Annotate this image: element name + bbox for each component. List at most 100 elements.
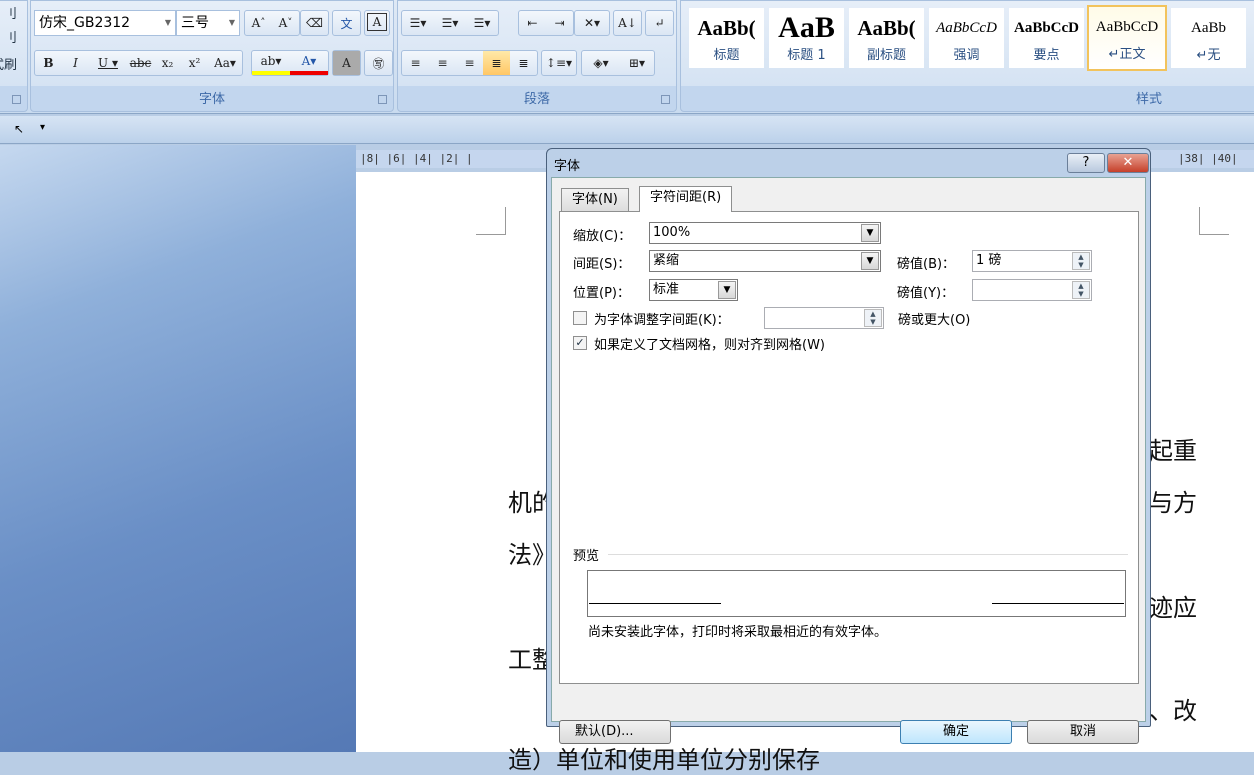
doc-text: 造）单位和使用单位分别保存 bbox=[508, 746, 820, 774]
sort-icon[interactable]: A↓ bbox=[613, 10, 642, 36]
color-buttons: ab▾ A▾ bbox=[251, 50, 329, 76]
asian-layout-icon[interactable]: ✕▾ bbox=[574, 10, 610, 36]
spinner-icon[interactable]: ▲ ▼ bbox=[864, 309, 882, 327]
numbering-icon[interactable]: ☰▾ bbox=[434, 11, 466, 35]
shrink-font-icon[interactable]: A ˅ bbox=[272, 11, 299, 35]
underline-icon[interactable]: U ▾ bbox=[89, 51, 127, 75]
doc-text: 迹应 bbox=[1149, 594, 1197, 622]
cancel-button[interactable]: 取消 bbox=[1027, 720, 1139, 744]
highlight-icon[interactable]: ab▾ bbox=[252, 51, 290, 75]
line-spacing-icon[interactable]: ↕≡▾ bbox=[541, 50, 577, 76]
borders-icon[interactable]: ⊞▾ bbox=[620, 51, 654, 75]
kerning-input[interactable]: ▲ ▼ bbox=[764, 307, 884, 329]
left-background bbox=[0, 145, 356, 752]
kerning-label: 为字体调整字间距(K)： bbox=[594, 313, 730, 328]
font-group-label: 字体 bbox=[198, 92, 225, 107]
decrease-indent-icon[interactable]: ⇤ bbox=[519, 11, 546, 35]
shading-icon[interactable]: ◈▾ bbox=[582, 51, 620, 75]
shading-borders: ◈▾ ⊞▾ bbox=[581, 50, 655, 76]
align-center-icon[interactable]: ≡ bbox=[429, 51, 456, 75]
scale-select[interactable]: 100% ▼ bbox=[649, 222, 881, 244]
style-heading1[interactable]: AaB 标题 1 bbox=[769, 8, 844, 68]
font-dialog-launcher-icon[interactable] bbox=[378, 95, 387, 104]
kerning-checkbox[interactable] bbox=[573, 311, 587, 325]
char-border-icon[interactable]: A bbox=[364, 10, 390, 36]
enclose-char-icon[interactable]: ㊢ bbox=[364, 50, 393, 76]
spinner-icon[interactable]: ▲ ▼ bbox=[1072, 252, 1090, 270]
justify-icon[interactable]: ≣ bbox=[483, 51, 510, 75]
show-marks-icon[interactable]: ↵ bbox=[645, 10, 674, 36]
ok-button[interactable]: 确定 bbox=[900, 720, 1012, 744]
tab-font[interactable]: 字体(N) bbox=[561, 188, 629, 212]
grow-shrink-group: A ˄ A ˅ bbox=[244, 10, 300, 36]
distributed-icon[interactable]: ≣ bbox=[510, 51, 537, 75]
bold-icon[interactable]: B bbox=[35, 51, 62, 75]
style-title[interactable]: AaBb(标题 bbox=[689, 8, 764, 68]
customize-qat-icon[interactable]: ▾ bbox=[40, 122, 45, 133]
tab-character-spacing[interactable]: 字符间距(R) bbox=[639, 186, 733, 212]
grid-checkbox[interactable]: ✓ bbox=[573, 336, 587, 350]
grow-font-icon[interactable]: A ˄ bbox=[245, 11, 272, 35]
change-case-icon[interactable]: Aa▾ bbox=[208, 51, 242, 75]
clipboard-launcher-icon[interactable] bbox=[12, 95, 21, 104]
preview-note: 尚未安装此字体，打印时将采取最相近的有效字体。 bbox=[588, 625, 888, 640]
indent-buttons: ⇤ ⇥ bbox=[518, 10, 574, 36]
position-by-label: 磅值(Y)： bbox=[897, 286, 955, 301]
preview-box bbox=[587, 570, 1126, 617]
spacing-label: 间距(S)： bbox=[573, 257, 631, 272]
spinner-icon[interactable]: ▲ ▼ bbox=[1072, 281, 1090, 299]
format-painter-button[interactable]: 式刷 bbox=[0, 54, 17, 73]
spacing-by-label: 磅值(B)： bbox=[897, 257, 956, 272]
default-button[interactable]: 默认(D)... bbox=[559, 720, 671, 744]
chevron-down-icon: ▼ bbox=[861, 224, 879, 242]
font-dialog: 字体 ? ✕ 字体(N) 字符间距(R) 缩放(C)： 100% ▼ 间距(S)：… bbox=[546, 148, 1151, 744]
increase-indent-icon[interactable]: ⇥ bbox=[546, 11, 573, 35]
clipboard-partial-1[interactable]: 刂 bbox=[4, 3, 17, 22]
style-strong[interactable]: AaBbCcD 要点 bbox=[1009, 8, 1084, 68]
multilevel-list-icon[interactable]: ☰▾ bbox=[466, 11, 498, 35]
align-left-icon[interactable]: ≡ bbox=[402, 51, 429, 75]
style-subtitle[interactable]: AaBb(副标题 bbox=[849, 8, 924, 68]
ribbon: 刂 刂 式刷 仿宋_GB2312▼ 三号▼ A˄A˅ ⌫ 文 A B I U ▾… bbox=[0, 0, 1254, 114]
preview-label: 预览 bbox=[573, 549, 600, 564]
phonetic-guide-icon[interactable]: 文 bbox=[332, 10, 361, 36]
select-pointer-icon[interactable]: ↖ bbox=[14, 122, 24, 136]
margin-mark bbox=[1199, 207, 1229, 235]
subscript-icon[interactable]: x₂ bbox=[154, 51, 181, 75]
bullets-icon[interactable]: ☰▾ bbox=[402, 11, 434, 35]
font-color-icon[interactable]: A▾ bbox=[290, 51, 328, 75]
close-button[interactable]: ✕ bbox=[1107, 153, 1149, 173]
clear-format-icon[interactable]: ⌫ bbox=[300, 10, 329, 36]
doc-text: 、改 bbox=[1149, 697, 1197, 725]
scale-label: 缩放(C)： bbox=[573, 229, 632, 244]
position-by-input[interactable]: ▲ ▼ bbox=[972, 279, 1092, 301]
clipboard-group: 刂 刂 式刷 bbox=[0, 0, 28, 112]
font-size-combo[interactable]: 三号 ▼ bbox=[176, 10, 240, 36]
clipboard-partial-2[interactable]: 刂 bbox=[4, 27, 17, 46]
italic-icon[interactable]: I bbox=[62, 51, 89, 75]
styles-group: AaBb(标题 AaB 标题 1 AaBb(副标题 AaBbCcD 强调 AaBbC… bbox=[680, 0, 1254, 112]
spacing-select[interactable]: 紧缩 ▼ bbox=[649, 250, 881, 272]
position-select[interactable]: 标准 ▼ bbox=[649, 279, 738, 301]
char-shading-icon[interactable]: A bbox=[332, 50, 361, 76]
style-normal[interactable]: AaBbCcD ↵正文 bbox=[1087, 5, 1167, 71]
spacing-by-input[interactable]: 1 磅 ▲ ▼ bbox=[972, 250, 1092, 272]
doc-text: 起重 bbox=[1149, 437, 1197, 465]
strikethrough-icon[interactable]: abc bbox=[127, 51, 154, 75]
help-button[interactable]: ? bbox=[1067, 153, 1105, 173]
style-no-spacing[interactable]: AaBb ↵无 bbox=[1171, 8, 1246, 68]
grid-label: 如果定义了文档网格，则对齐到网格(W) bbox=[594, 338, 825, 353]
list-buttons: ☰▾ ☰▾ ☰▾ bbox=[401, 10, 499, 36]
spacing-panel: 缩放(C)： 100% ▼ 间距(S)： 紧缩 ▼ 磅值(B)： 1 磅 ▲ ▼ 位置(… bbox=[559, 211, 1139, 684]
paragraph-group-label: 段落 bbox=[523, 92, 550, 107]
font-group: 仿宋_GB2312 ▼ 三号 ▼ A ˄ A ˅ ⌫ 文 A B I U ▾ abc x₂… bbox=[30, 0, 394, 112]
align-right-icon[interactable]: ≡ bbox=[456, 51, 483, 75]
style-emphasis[interactable]: AaBbCcD 强调 bbox=[929, 8, 1004, 68]
quick-access-bar: ↖ ▾ bbox=[0, 116, 1254, 144]
superscript-icon[interactable]: x² bbox=[181, 51, 208, 75]
kerning-suffix: 磅或更大(O) bbox=[898, 313, 971, 328]
font-name-combo[interactable]: 仿宋_GB2312 ▼ bbox=[34, 10, 176, 36]
divider bbox=[608, 554, 1128, 555]
paragraph-group: ☰▾ ☰▾ ☰▾ ⇤ ⇥ ✕▾ A↓ ↵ ≡ ≡ ≡ ≣ ≣ ↕≡▾ ◈▾ ⊞▾ 段… bbox=[397, 0, 677, 112]
paragraph-launcher-icon[interactable] bbox=[661, 95, 670, 104]
